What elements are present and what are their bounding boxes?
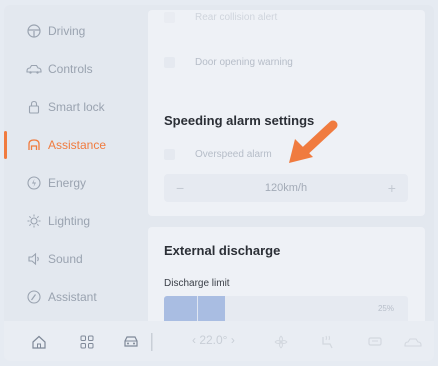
rear-collision-row[interactable]: Rear collision alert xyxy=(164,12,277,23)
speed-stepper[interactable]: − 120km/h + xyxy=(164,174,408,202)
defrost-icon[interactable] xyxy=(364,331,386,353)
bottom-bar: ‹ 22.0° › xyxy=(4,321,434,361)
sidebar-item-smart-lock[interactable]: Smart lock xyxy=(4,89,144,125)
car-settings-icon[interactable] xyxy=(120,331,142,353)
assistance-settings-card: Rear collision alert Door opening warnin… xyxy=(148,10,425,216)
sidebar-item-assistant[interactable]: Assistant xyxy=(4,279,144,315)
assistance-icon xyxy=(25,136,43,154)
slider-tick xyxy=(197,296,198,324)
steering-wheel-icon xyxy=(25,22,43,40)
increase-button[interactable]: + xyxy=(388,180,396,196)
rear-collision-label: Rear collision alert xyxy=(195,12,278,23)
sidebar-item-driving[interactable]: Driving xyxy=(4,13,144,49)
sidebar-item-label: Controls xyxy=(48,62,93,76)
external-discharge-title: External discharge xyxy=(164,243,281,258)
light-icon xyxy=(25,212,43,230)
sidebar-item-label: Assistance xyxy=(48,138,107,152)
speed-value: 120km/h xyxy=(264,182,308,194)
door-warning-row[interactable]: Door opening warning xyxy=(164,57,293,68)
settings-screen: Driving Controls Smart lock Assistance E… xyxy=(4,5,434,361)
home-icon[interactable] xyxy=(28,331,50,353)
sidebar: Driving Controls Smart lock Assistance E… xyxy=(4,5,144,321)
discharge-limit-slider[interactable]: 25% xyxy=(164,296,408,324)
divider xyxy=(150,331,154,353)
sidebar-item-label: Sound xyxy=(48,252,83,266)
decrease-button[interactable]: − xyxy=(176,180,184,196)
seat-heat-icon[interactable] xyxy=(316,331,338,353)
apps-grid-icon[interactable] xyxy=(76,331,98,353)
sidebar-item-sound[interactable]: Sound xyxy=(4,241,144,277)
temperature-control[interactable]: ‹ 22.0° › xyxy=(192,333,235,347)
lock-icon xyxy=(25,98,43,116)
gauge-icon xyxy=(25,288,43,306)
sidebar-item-assistance[interactable]: Assistance xyxy=(4,127,144,163)
checkbox[interactable] xyxy=(164,12,175,23)
sidebar-item-label: Energy xyxy=(48,176,87,190)
sidebar-item-label: Lighting xyxy=(48,214,91,228)
door-warning-label: Door opening warning xyxy=(195,57,293,68)
overspeed-checkbox[interactable] xyxy=(164,149,175,160)
energy-icon xyxy=(25,174,43,192)
sidebar-item-controls[interactable]: Controls xyxy=(4,51,144,87)
air-circulation-icon[interactable] xyxy=(402,331,424,353)
sidebar-item-label: Smart lock xyxy=(48,100,105,114)
sidebar-item-lighting[interactable]: Lighting xyxy=(4,203,144,239)
overspeed-label: Overspeed alarm xyxy=(195,149,272,160)
fan-icon[interactable] xyxy=(270,331,292,353)
speaker-icon xyxy=(25,250,43,268)
overspeed-row[interactable]: Overspeed alarm xyxy=(164,149,272,160)
sidebar-item-label: Driving xyxy=(48,24,86,38)
discharge-fill xyxy=(164,296,225,324)
orange-arrow-icon xyxy=(289,120,338,163)
sidebar-item-energy[interactable]: Energy xyxy=(4,165,144,201)
discharge-limit-label: Discharge limit xyxy=(164,278,230,289)
door-warning-checkbox[interactable] xyxy=(164,57,175,68)
car-icon xyxy=(25,60,43,78)
discharge-percent: 25% xyxy=(377,304,394,313)
sidebar-item-label: Assistant xyxy=(48,290,97,304)
